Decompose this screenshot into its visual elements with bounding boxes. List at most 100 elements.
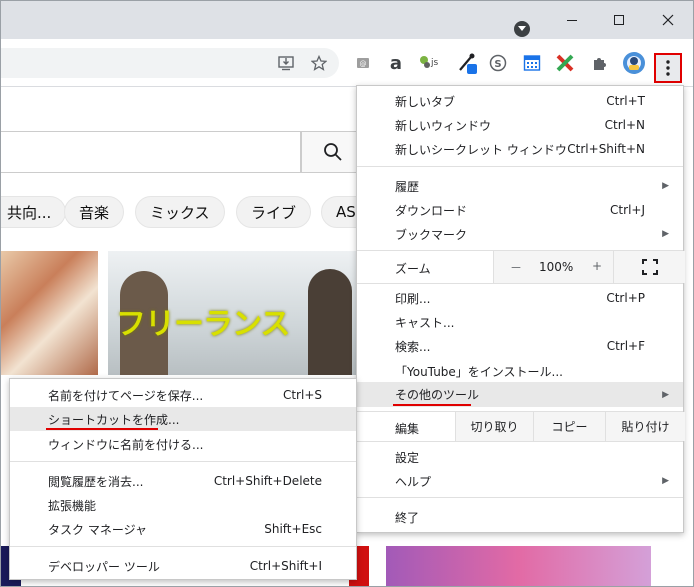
submenu-clear-data-shortcut: Ctrl+Shift+Delete <box>213 474 322 488</box>
menu-separator <box>10 461 356 462</box>
menu-find[interactable]: 検索... Ctrl+F <box>357 334 683 358</box>
menu-new-window-shortcut: Ctrl+N <box>604 118 645 132</box>
menu-settings-label: 設定 <box>395 450 420 465</box>
js-icon[interactable]: js <box>415 49 443 77</box>
menu-new-window[interactable]: 新しいウィンドウ Ctrl+N <box>357 113 683 137</box>
more-tools-submenu: 名前を付けてページを保存... Ctrl+S ショートカットを作成... ウィン… <box>9 378 357 580</box>
menu-history[interactable]: 履歴 ▶ <box>357 174 683 198</box>
edit-cut-button[interactable]: 切り取り <box>455 412 533 441</box>
menu-separator <box>10 546 356 547</box>
menu-exit[interactable]: 終了 <box>357 505 683 529</box>
calendar-icon[interactable] <box>518 49 546 77</box>
close-button[interactable] <box>655 9 681 31</box>
menu-settings[interactable]: 設定 <box>357 445 683 469</box>
thumbnail-person-2 <box>308 269 352 375</box>
menu-separator <box>357 283 683 284</box>
fullscreen-icon <box>642 259 658 275</box>
kebab-menu-button[interactable] <box>654 53 682 83</box>
highlight-underline-more-tools <box>393 404 471 406</box>
youtube-search-input[interactable] <box>1 131 301 173</box>
chevron-right-icon: ▶ <box>662 181 669 191</box>
menu-downloads-label: ダウンロード <box>395 203 468 218</box>
edit-paste-button[interactable]: 貼り付け <box>605 412 685 441</box>
tab-search-icon[interactable] <box>514 21 530 37</box>
submenu-clear-data[interactable]: 閲覧履歴を消去... Ctrl+Shift+Delete <box>10 469 356 493</box>
submenu-save-page[interactable]: 名前を付けてページを保存... Ctrl+S <box>10 383 356 407</box>
menu-help-label: ヘルプ <box>395 474 432 489</box>
menu-bookmarks[interactable]: ブックマーク ▶ <box>357 222 683 246</box>
video-thumbnail-2[interactable]: フリーランス <box>108 251 358 375</box>
submenu-dev-tools-shortcut: Ctrl+Shift+I <box>249 559 322 573</box>
profile-avatar[interactable] <box>620 49 648 77</box>
amazon-glyph: a <box>389 52 403 74</box>
puzzle-icon[interactable] <box>586 49 614 77</box>
install-icon[interactable] <box>272 49 300 77</box>
edit-copy-button[interactable]: コピー <box>533 412 605 441</box>
submenu-task-manager[interactable]: タスク マネージャ Shift+Esc <box>10 517 356 541</box>
menu-new-incognito[interactable]: 新しいシークレット ウィンドウ Ctrl+Shift+N <box>357 137 683 161</box>
kebab-menu-icon <box>666 60 670 76</box>
x-ext-icon[interactable] <box>551 49 579 77</box>
maximize-button[interactable] <box>606 9 632 31</box>
menu-separator <box>357 441 683 442</box>
edit-cut-label: 切り取り <box>470 420 519 434</box>
browser-toolbar: @ a js S <box>1 39 693 87</box>
submenu-task-manager-label: タスク マネージャ <box>48 522 147 537</box>
chevron-right-icon: ▶ <box>662 389 669 400</box>
skype-icon[interactable]: S <box>484 49 512 77</box>
fullscreen-button[interactable] <box>613 251 686 283</box>
menu-find-label: 検索... <box>395 339 431 354</box>
browser-window: @ a js S 共向... 音楽 ミックス ライブ AS フリーランス 新しい… <box>0 0 694 587</box>
svg-text:S: S <box>494 59 501 70</box>
menu-more-tools-label: その他のツール <box>395 388 480 402</box>
chip-live[interactable]: ライブ <box>236 196 312 228</box>
edit-copy-label: コピー <box>551 420 588 434</box>
submenu-name-window[interactable]: ウィンドウに名前を付ける... <box>10 432 356 456</box>
edit-paste-label: 貼り付け <box>621 420 670 434</box>
zoom-in-button[interactable]: + <box>592 259 602 273</box>
submenu-dev-tools-label: デベロッパー ツール <box>48 559 160 574</box>
submenu-dev-tools[interactable]: デベロッパー ツール Ctrl+Shift+I <box>10 554 356 578</box>
menu-bookmarks-label: ブックマーク <box>395 227 468 242</box>
chip-mix[interactable]: ミックス <box>135 196 225 228</box>
menu-new-tab-label: 新しいタブ <box>395 94 456 109</box>
zoom-controls: － 100% + <box>493 251 685 283</box>
menu-print[interactable]: 印刷... Ctrl+P <box>357 286 683 310</box>
chip-0[interactable]: 共向... <box>1 196 67 228</box>
menu-help[interactable]: ヘルプ ▶ <box>357 469 683 493</box>
highlight-underline-create-shortcut <box>46 428 158 430</box>
address-bar[interactable] <box>1 48 339 78</box>
menu-downloads[interactable]: ダウンロード Ctrl+J <box>357 198 683 222</box>
amazon-icon[interactable]: a <box>382 49 410 77</box>
chevron-right-icon: ▶ <box>662 476 669 486</box>
submenu-extensions[interactable]: 拡張機能 <box>10 493 356 517</box>
zoom-out-button[interactable]: － <box>510 259 522 276</box>
menu-exit-label: 終了 <box>395 510 420 525</box>
menu-new-incognito-shortcut: Ctrl+Shift+N <box>567 142 645 156</box>
video-thumbnail-5[interactable] <box>386 546 651 586</box>
menu-print-label: 印刷... <box>395 291 431 306</box>
menu-new-tab[interactable]: 新しいタブ Ctrl+T <box>357 89 683 113</box>
menu-install-label: 「YouTube」をインストール... <box>395 364 564 379</box>
submenu-save-page-shortcut: Ctrl+S <box>282 388 322 402</box>
zoom-value: 100% <box>539 260 574 274</box>
chrome-main-menu: 新しいタブ Ctrl+T 新しいウィンドウ Ctrl+N 新しいシークレット ウ… <box>356 85 685 533</box>
menu-install-app[interactable]: 「YouTube」をインストール... <box>357 359 683 383</box>
menu-cast[interactable]: キャスト... <box>357 310 683 334</box>
eyedropper-icon[interactable] <box>453 49 481 77</box>
mail-ext-icon[interactable]: @ <box>349 49 377 77</box>
star-icon[interactable] <box>305 49 333 77</box>
minimize-button[interactable] <box>559 9 585 31</box>
menu-print-shortcut: Ctrl+P <box>606 291 645 305</box>
menu-new-incognito-label: 新しいシークレット ウィンドウ <box>395 142 567 157</box>
menu-zoom-label: ズーム <box>395 262 431 276</box>
menu-edit-row: 編集 切り取り コピー 貼り付け <box>357 412 685 441</box>
menu-find-shortcut: Ctrl+F <box>606 339 645 353</box>
video-thumbnail-1[interactable] <box>1 251 98 375</box>
menu-separator <box>357 166 683 167</box>
chip-music[interactable]: 音楽 <box>64 196 125 228</box>
submenu-save-page-label: 名前を付けてページを保存... <box>48 388 204 403</box>
menu-cast-label: キャスト... <box>395 315 455 330</box>
menu-zoom-row: ズーム － 100% + <box>357 251 685 283</box>
menu-new-tab-shortcut: Ctrl+T <box>606 94 645 108</box>
